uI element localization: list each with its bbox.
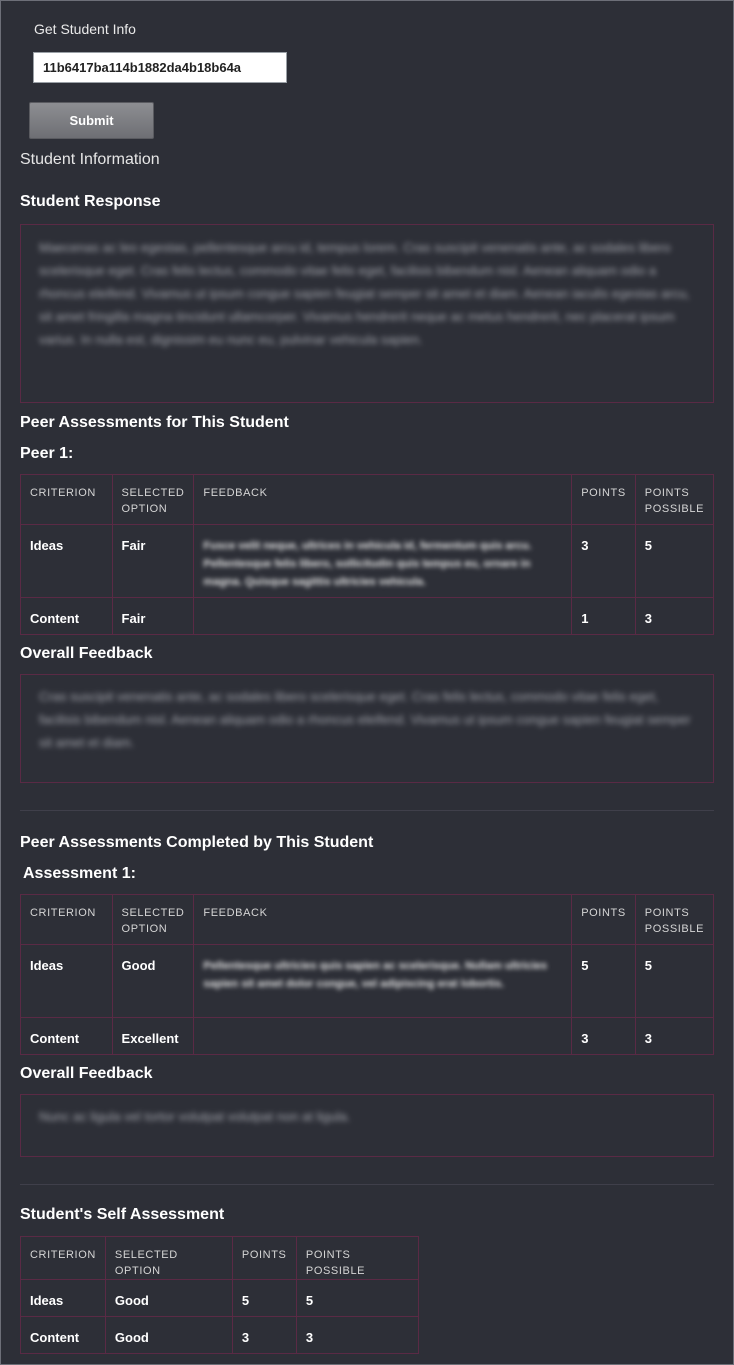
table-row: Content Excellent 3 3	[20, 1017, 715, 1055]
cell-possible: 3	[634, 597, 715, 635]
cell-option: Good	[104, 1279, 233, 1317]
cell-option: Fair	[111, 597, 195, 635]
th-points-possible: POINTS POSSIBLE	[634, 894, 715, 945]
th-points-possible: POINTS POSSIBLE	[634, 474, 715, 525]
cell-criterion: Ideas	[20, 944, 113, 1018]
assessment-1-label: Assessment 1:	[23, 865, 136, 882]
cell-feedback	[193, 597, 573, 635]
cell-points: 1	[571, 597, 636, 635]
table-row: Content Good 3 3	[20, 1316, 419, 1354]
table-header-row: CRITERION SELECTED OPTION FEEDBACK POINT…	[20, 474, 715, 525]
self-assessment-heading: Student's Self Assessment	[20, 1206, 225, 1223]
cell-feedback: Pellentesque ultricies quis sapien ac sc…	[193, 944, 573, 1018]
th-criterion: CRITERION	[20, 1236, 106, 1280]
table-row: Content Fair 1 3	[20, 597, 715, 635]
table-header-row: CRITERION SELECTED OPTION FEEDBACK POINT…	[20, 894, 715, 945]
cell-feedback: Fusce velit neque, ultrices in vehicula …	[193, 524, 573, 598]
th-feedback: FEEDBACK	[193, 894, 573, 945]
cell-points: 3	[571, 1017, 636, 1055]
overall-feedback-text: Cras suscipit venenatis ante, ac sodales…	[39, 689, 691, 750]
peer-assessments-for-heading: Peer Assessments for This Student	[20, 414, 289, 431]
cell-criterion: Ideas	[20, 524, 113, 598]
cell-possible: 5	[634, 524, 715, 598]
peer-assessments-by-heading: Peer Assessments Completed by This Stude…	[20, 834, 374, 851]
peer-by-table: CRITERION SELECTED OPTION FEEDBACK POINT…	[20, 894, 715, 1055]
overall-feedback-box: Cras suscipit venenatis ante, ac sodales…	[20, 674, 714, 783]
cell-possible: 3	[295, 1316, 419, 1354]
th-points: POINTS	[571, 474, 636, 525]
section-divider-2	[20, 1184, 714, 1185]
table-header-row: CRITERION SELECTED OPTION POINTS POINTS …	[20, 1236, 419, 1280]
cell-option: Excellent	[111, 1017, 195, 1055]
cell-possible: 3	[634, 1017, 715, 1055]
student-response-box: Maecenas ac leo egestas, pellentesque ar…	[20, 224, 714, 403]
cell-possible: 5	[634, 944, 715, 1018]
cell-points: 5	[571, 944, 636, 1018]
th-selected-option: SELECTED OPTION	[111, 894, 195, 945]
overall-feedback-heading: Overall Feedback	[20, 645, 153, 662]
table-row: Ideas Good 5 5	[20, 1279, 419, 1317]
overall-feedback-heading-2: Overall Feedback	[20, 1065, 153, 1082]
cell-option: Good	[111, 944, 195, 1018]
table-row: Ideas Fair Fusce velit neque, ultrices i…	[20, 524, 715, 598]
student-response-text: Maecenas ac leo egestas, pellentesque ar…	[39, 240, 690, 347]
th-points-possible: POINTS POSSIBLE	[295, 1236, 419, 1280]
th-criterion: CRITERION	[20, 894, 113, 945]
cell-option: Good	[104, 1316, 233, 1354]
section-divider	[20, 810, 714, 811]
cell-points: 3	[231, 1316, 297, 1354]
cell-criterion: Content	[20, 1316, 106, 1354]
student-information-heading: Student Information	[20, 151, 160, 168]
cell-possible: 5	[295, 1279, 419, 1317]
peer-1-label: Peer 1:	[20, 445, 74, 462]
th-points: POINTS	[231, 1236, 297, 1280]
get-student-info-label: Get Student Info	[34, 21, 136, 37]
submit-button[interactable]: Submit	[29, 102, 154, 139]
th-feedback: FEEDBACK	[193, 474, 573, 525]
overall-feedback-text-2: Nunc ac ligula vel tortor volutpat volut…	[39, 1109, 351, 1124]
cell-points: 5	[231, 1279, 297, 1317]
th-selected-option: SELECTED OPTION	[111, 474, 195, 525]
cell-criterion: Content	[20, 1017, 113, 1055]
cell-points: 3	[571, 524, 636, 598]
cell-option: Fair	[111, 524, 195, 598]
cell-criterion: Ideas	[20, 1279, 106, 1317]
student-response-heading: Student Response	[20, 193, 161, 210]
cell-criterion: Content	[20, 597, 113, 635]
overall-feedback-box-2: Nunc ac ligula vel tortor volutpat volut…	[20, 1094, 714, 1157]
th-criterion: CRITERION	[20, 474, 113, 525]
peer-for-table: CRITERION SELECTED OPTION FEEDBACK POINT…	[20, 474, 715, 635]
th-points: POINTS	[571, 894, 636, 945]
th-selected-option: SELECTED OPTION	[104, 1236, 233, 1280]
cell-feedback	[193, 1017, 573, 1055]
student-id-input[interactable]	[33, 52, 287, 83]
self-assessment-table: CRITERION SELECTED OPTION POINTS POINTS …	[20, 1236, 419, 1354]
table-row: Ideas Good Pellentesque ultricies quis s…	[20, 944, 715, 1018]
